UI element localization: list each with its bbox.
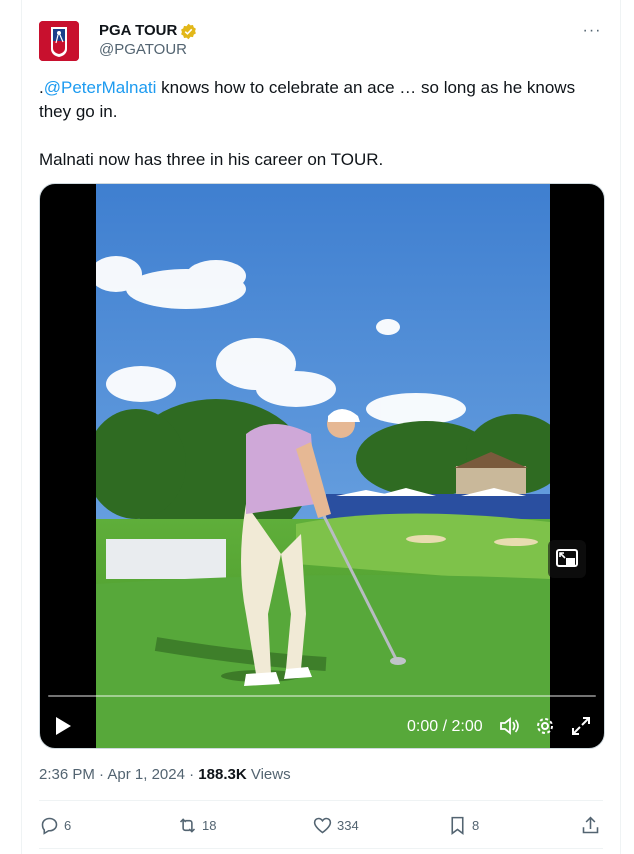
- bookmark-count: 8: [472, 817, 480, 833]
- video-time-display: 0:00 / 2:00: [407, 718, 483, 735]
- mention-link[interactable]: @PeterMalnati: [44, 78, 157, 97]
- like-count: 334: [337, 817, 359, 833]
- video-still-image: [96, 184, 550, 748]
- author-name-row[interactable]: PGA TOUR: [99, 22, 197, 40]
- share-icon: [582, 816, 599, 833]
- bookmark-button[interactable]: 8: [447, 813, 479, 837]
- tweet-text: .@PeterMalnati knows how to celebrate an…: [39, 76, 599, 124]
- tweet-actions: 6 18 334 8: [39, 813, 603, 837]
- tweet-card: PGA TOUR @PGATOUR ··· .@PeterMalnati kno…: [21, 0, 621, 854]
- picture-in-picture-icon: [556, 549, 578, 567]
- repost-button[interactable]: 18: [177, 813, 216, 837]
- pga-tour-logo-icon: [39, 21, 79, 61]
- repost-icon: [179, 817, 196, 833]
- repost-count: 18: [202, 817, 217, 833]
- bookmark-icon: [451, 816, 464, 835]
- volume-icon[interactable]: [498, 715, 520, 737]
- heart-icon: [313, 817, 332, 833]
- divider: [39, 800, 603, 801]
- tweet-date[interactable]: Apr 1, 2024: [107, 766, 185, 783]
- reply-count: 6: [64, 817, 72, 833]
- tweet-meta: 2:36 PM · Apr 1, 2024 · 188.3K Views: [39, 765, 291, 785]
- video-player[interactable]: 0:00 / 2:00: [39, 183, 605, 749]
- picture-in-picture-button[interactable]: [548, 540, 586, 578]
- meta-separator: ·: [99, 766, 105, 783]
- like-button[interactable]: 334: [312, 813, 359, 837]
- verified-badge-icon: [181, 23, 197, 39]
- author-avatar[interactable]: [39, 21, 79, 61]
- fullscreen-icon[interactable]: [570, 715, 592, 737]
- views-count: 188.3K: [198, 766, 247, 783]
- author-handle[interactable]: @PGATOUR: [99, 41, 187, 59]
- video-progress-bar[interactable]: [48, 695, 596, 697]
- divider: [39, 848, 603, 849]
- tweet-text-line2: Malnati now has three in his career on T…: [39, 150, 384, 169]
- meta-separator: ·: [189, 766, 195, 783]
- tweet-time[interactable]: 2:36 PM: [39, 766, 95, 783]
- author-name[interactable]: PGA TOUR: [99, 22, 177, 40]
- settings-icon[interactable]: [534, 715, 556, 737]
- more-options-icon[interactable]: ···: [581, 22, 603, 40]
- views-label: Views: [250, 766, 291, 783]
- reply-icon: [41, 817, 58, 835]
- share-button[interactable]: [580, 813, 601, 837]
- video-frame[interactable]: [96, 184, 550, 748]
- play-icon[interactable]: [52, 714, 74, 738]
- reply-button[interactable]: 6: [39, 813, 71, 837]
